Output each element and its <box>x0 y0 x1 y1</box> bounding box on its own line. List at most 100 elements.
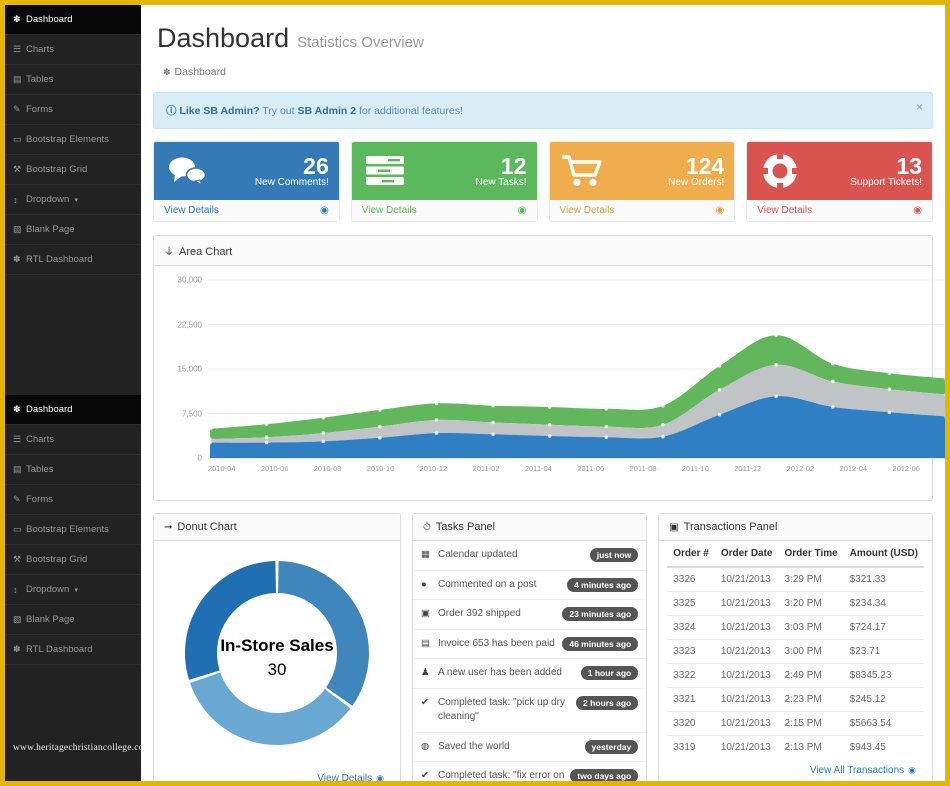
sidebar-item-dropdown[interactable]: ↕ Dropdown ▾ <box>5 575 141 605</box>
table-row[interactable]: 3324 10/21/2013 3:03 PM $724.17 <box>667 615 924 640</box>
list-item[interactable]: ♟ A new user has been added 1 hour ago <box>413 659 647 689</box>
app-window: ✽ Dashboard ☰ Charts ▤ Tables ✎ Forms ▭ Bootstrap… <box>0 0 950 786</box>
sidebar-item-label: Forms <box>26 494 53 505</box>
sidebar-item-bootstrap-elements[interactable]: ▭ Bootstrap Elements <box>5 515 141 545</box>
file-icon: ▧ <box>13 224 22 234</box>
sidebar-item-dashboard[interactable]: ✽ Dashboard <box>5 5 141 35</box>
sidebar-item-bootstrap-grid[interactable]: ⚒ Bootstrap Grid <box>5 155 141 185</box>
x-axis-tick: 2011-04 <box>524 464 552 473</box>
table-row[interactable]: 3320 10/21/2013 2:15 PM $5663.54 <box>667 711 924 736</box>
data-point <box>717 412 722 417</box>
table-row[interactable]: 3325 10/21/2013 3:20 PM $234.34 <box>667 591 924 616</box>
data-point <box>434 401 439 406</box>
x-axis-tick: 2012-06 <box>892 464 920 473</box>
circle-arrow-icon: ◉ <box>320 205 329 216</box>
sidebar-item-tables[interactable]: ▤ Tables <box>5 455 141 485</box>
donut-segment[interactable] <box>190 672 351 746</box>
table-cell: 10/21/2013 <box>714 566 779 592</box>
list-item[interactable]: ▤ Invoice 653 has been paid 46 minutes ago <box>413 630 647 659</box>
table-row[interactable]: 3321 10/21/2013 2:23 PM $245.12 <box>667 687 924 712</box>
task-label: A new user has been added <box>438 667 562 678</box>
wrench-icon: ⚒ <box>13 554 22 564</box>
sidebar-item-blank-page[interactable]: ▧ Blank Page <box>5 215 141 245</box>
sidebar-item-rtl-dashboard[interactable]: ✽ RTL Dashboard <box>5 245 141 275</box>
list-item[interactable]: ✔ Completed task: "fix error on sales pag… <box>413 762 646 781</box>
transactions-panel-body: Order # Order Date Order Time Amount (USD) … <box>659 541 932 778</box>
tasks-panel: ⏱ Tasks Panel ▦ Calendar updated just now ● C… <box>412 513 648 781</box>
data-point <box>887 371 892 375</box>
sidebar-item-bootstrap-elements[interactable]: ▭ Bootstrap Elements <box>5 125 141 155</box>
bar-chart-icon: ☰ <box>13 44 22 54</box>
sidebar-item-charts[interactable]: ☰ Charts <box>5 35 141 65</box>
sidebar-item-label: Dashboard <box>26 14 73 25</box>
data-point <box>491 432 495 437</box>
list-item[interactable]: ▦ Calendar updated just now <box>413 541 647 571</box>
close-icon[interactable]: × <box>916 100 923 114</box>
breadcrumb[interactable]: ✽ Dashboard <box>163 66 929 78</box>
sidebar-item-rtl-dashboard[interactable]: ✽ RTL Dashboard <box>5 635 141 665</box>
table-cell: 3321 <box>667 687 715 712</box>
sidebar-item-dashboard[interactable]: ✽ Dashboard <box>5 395 141 425</box>
area-chart-canvas[interactable]: 0 7,500 15,000 22,500 30,000 2010-04 2010-06 2… <box>162 274 945 492</box>
page-title-text: Dashboard <box>157 23 290 53</box>
sidebar-item-bootstrap-grid[interactable]: ⚒ Bootstrap Grid <box>5 545 141 575</box>
desktop-icon: ▭ <box>13 134 22 144</box>
stat-card-footer-link[interactable]: View Details ◉ <box>154 200 339 221</box>
sidebar-item-forms[interactable]: ✎ Forms <box>5 95 141 125</box>
stat-card-new-comments[interactable]: 26 New Comments! View Details ◉ <box>153 141 340 222</box>
sidebar-item-label: Dropdown <box>26 584 70 595</box>
status-badge: 1 hour ago <box>580 666 639 680</box>
data-point <box>774 333 778 337</box>
stat-card-new-tasks[interactable]: 12 New Tasks! View Details ◉ <box>350 141 538 222</box>
y-axis-tick: 22,500 <box>177 320 202 329</box>
table-row[interactable]: 3322 10/21/2013 2:49 PM $8345.23 <box>667 663 924 688</box>
donut-chart-canvas[interactable]: In-Store Sales 30 <box>162 549 392 767</box>
task-content: ● Commented on a post <box>421 578 536 593</box>
sidebar-item-tables[interactable]: ▤ Tables <box>5 65 141 95</box>
table-cell: $724.17 <box>843 615 924 640</box>
breadcrumb-label: Dashboard <box>174 66 226 78</box>
column-header: Order # <box>667 541 715 568</box>
stat-card-footer-link[interactable]: View Details ◉ <box>351 200 537 221</box>
data-point <box>604 435 609 440</box>
donut-segment[interactable] <box>278 561 369 706</box>
alert-lead: Like SB Admin? <box>179 105 260 117</box>
sidebar-item-label: Blank Page <box>26 614 75 625</box>
view-details-label: View Details <box>164 205 219 216</box>
list-item[interactable]: ▣ Order 392 shipped 23 minutes ago <box>413 600 647 630</box>
table-header-row: Order # Order Date Order Time Amount (USD) <box>667 541 924 568</box>
sidebar-item-blank-page[interactable]: ▧ Blank Page <box>5 605 141 635</box>
donut-panel-title: Donut Chart <box>177 521 237 533</box>
donut-segment[interactable] <box>185 561 276 680</box>
sidebar-item-label: Bootstrap Elements <box>26 524 109 535</box>
stat-card-footer-link[interactable]: View Details ◉ <box>549 200 735 221</box>
table-row[interactable]: 3319 10/21/2013 2:13 PM $943.45 <box>667 735 924 759</box>
view-details-label: View Details <box>559 205 615 216</box>
stat-card-label: New Tasks! <box>475 176 527 188</box>
view-all-transactions-link[interactable]: View All Transactions ◉ <box>667 759 924 778</box>
list-item[interactable]: ◍ Saved the world yesterday <box>413 733 647 762</box>
donut-view-details-link[interactable]: View Details ◉ <box>162 767 392 781</box>
sidebar-item-dropdown[interactable]: ↕ Dropdown ▾ <box>5 185 141 215</box>
list-item[interactable]: ● Commented on a post 4 minutes ago <box>413 571 647 600</box>
alert-strong[interactable]: SB Admin 2 <box>298 105 357 117</box>
money-icon: ▣ <box>669 522 679 533</box>
table-row[interactable]: 3326 10/21/2013 3:29 PM $321.33 <box>667 566 924 592</box>
list-item[interactable]: ✔ Completed task: "pick up dry cleaning" 2… <box>413 689 647 733</box>
stat-card-support-tickets[interactable]: 13 Support Tickets! View Details ◉ <box>746 141 933 222</box>
stat-card-number: 26 <box>303 152 329 179</box>
table-cell: 2:15 PM <box>778 711 844 736</box>
data-point <box>604 424 609 429</box>
sidebar-item-charts[interactable]: ☰ Charts <box>5 425 141 455</box>
tasks-panel-header: ⏱ Tasks Panel <box>413 514 647 541</box>
x-axis-tick: 2010-10 <box>366 464 395 473</box>
stat-card-footer-link[interactable]: View Details ◉ <box>747 200 932 221</box>
y-axis-tick: 30,000 <box>177 275 202 285</box>
column-header: Order Date <box>714 541 779 568</box>
table-cell: 10/21/2013 <box>714 663 779 688</box>
table-row[interactable]: 3323 10/21/2013 3:00 PM $23.71 <box>667 639 924 664</box>
sidebar-item-forms[interactable]: ✎ Forms <box>5 485 141 515</box>
data-point <box>661 403 665 408</box>
stat-card-new-orders[interactable]: 124 New Orders! View Details ◉ <box>548 141 736 222</box>
data-point <box>264 440 269 445</box>
